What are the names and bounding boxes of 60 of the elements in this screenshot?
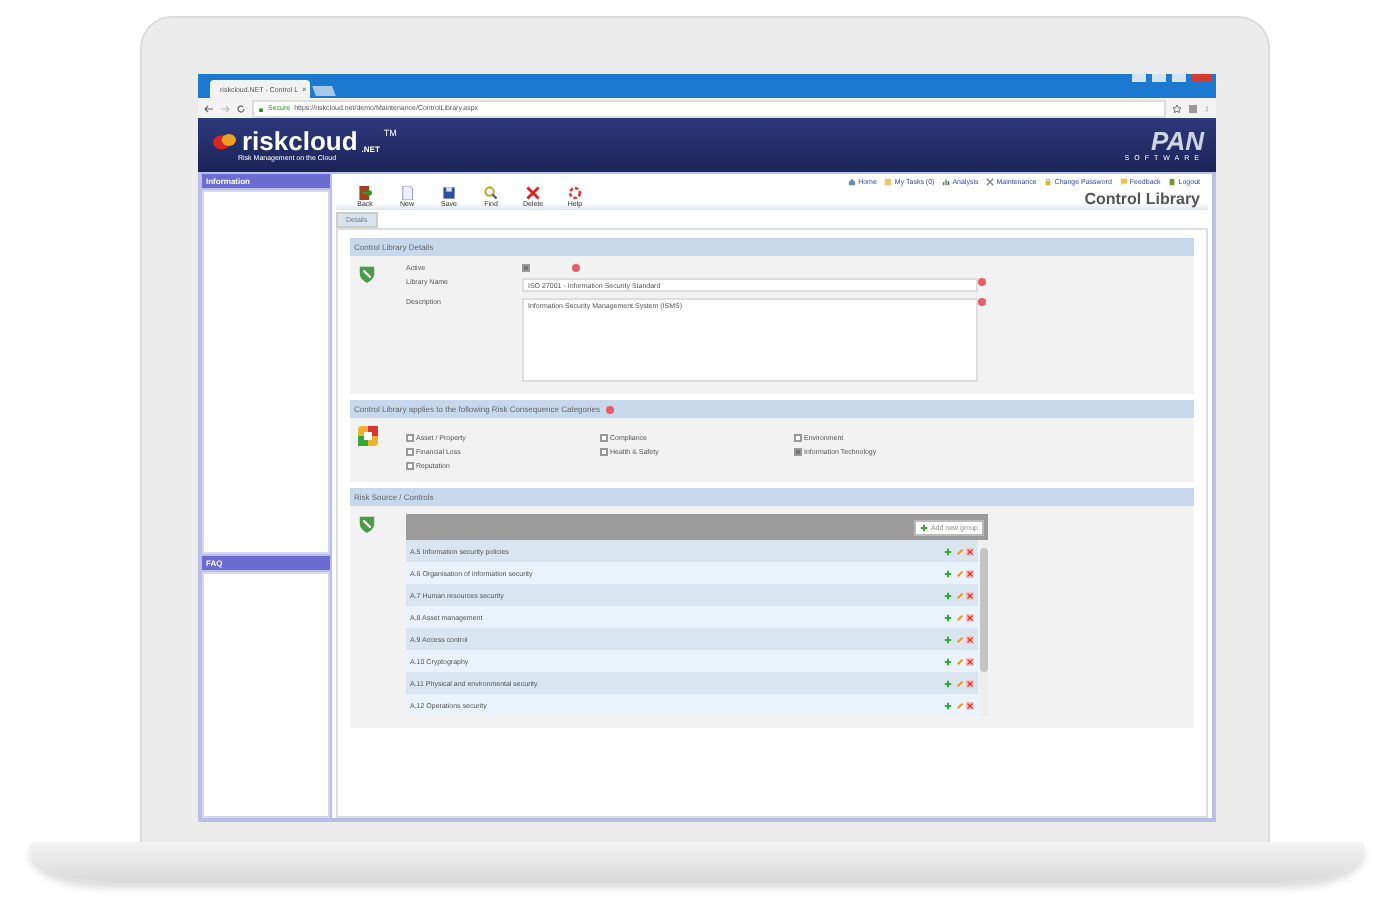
plus-icon[interactable] bbox=[944, 701, 952, 709]
shield-icon bbox=[358, 514, 376, 534]
back-door-icon bbox=[358, 186, 372, 200]
pencil-icon[interactable] bbox=[955, 613, 963, 621]
speech-bubble-icon bbox=[1119, 178, 1128, 186]
close-icon[interactable] bbox=[966, 569, 974, 577]
pencil-icon[interactable] bbox=[955, 591, 963, 599]
checkbox[interactable] bbox=[600, 448, 608, 456]
plus-icon bbox=[920, 523, 929, 531]
logo-text: riskcloud bbox=[242, 128, 358, 154]
plus-icon[interactable] bbox=[944, 569, 952, 577]
reload-icon[interactable] bbox=[236, 103, 246, 113]
category-squares-icon bbox=[358, 426, 378, 446]
close-icon bbox=[526, 186, 540, 200]
plus-icon[interactable] bbox=[944, 657, 952, 665]
document-icon bbox=[400, 186, 414, 200]
required-icon bbox=[978, 278, 986, 286]
required-icon bbox=[978, 298, 986, 306]
close-icon[interactable] bbox=[966, 547, 974, 555]
close-icon[interactable] bbox=[966, 613, 974, 621]
required-icon bbox=[572, 264, 580, 272]
close-icon[interactable] bbox=[966, 635, 974, 643]
close-icon[interactable] bbox=[966, 591, 974, 599]
plus-icon[interactable] bbox=[944, 635, 952, 643]
shield-icon bbox=[358, 264, 376, 284]
checkbox[interactable] bbox=[406, 448, 414, 456]
pencil-icon[interactable] bbox=[955, 547, 963, 555]
close-icon[interactable] bbox=[966, 657, 974, 665]
page-title: Control Library bbox=[1084, 190, 1200, 208]
star-icon[interactable] bbox=[1172, 103, 1182, 113]
checkbox[interactable] bbox=[600, 434, 608, 442]
pencil-icon[interactable] bbox=[955, 635, 963, 643]
padlock-icon bbox=[258, 105, 264, 111]
checkbox[interactable] bbox=[794, 434, 802, 442]
new-tab-button[interactable] bbox=[312, 86, 336, 96]
checkbox[interactable] bbox=[406, 462, 414, 470]
plus-icon[interactable] bbox=[944, 547, 952, 555]
forward-arrow-icon[interactable] bbox=[220, 103, 230, 113]
scrollbar-thumb[interactable] bbox=[980, 548, 988, 672]
pencil-icon[interactable] bbox=[955, 569, 963, 577]
close-icon[interactable] bbox=[966, 679, 974, 687]
vendor-logo: PAN bbox=[1151, 128, 1204, 154]
plus-icon[interactable] bbox=[944, 613, 952, 621]
scrollbar[interactable] bbox=[980, 540, 988, 716]
cloud-logo-icon bbox=[210, 128, 238, 152]
pencil-icon[interactable] bbox=[955, 679, 963, 687]
required-icon bbox=[605, 405, 614, 413]
back-arrow-icon[interactable] bbox=[204, 103, 214, 113]
plus-icon[interactable] bbox=[944, 591, 952, 599]
pencil-icon[interactable] bbox=[955, 657, 963, 665]
chart-icon bbox=[942, 178, 951, 186]
lifebuoy-icon bbox=[568, 186, 582, 200]
plus-icon[interactable] bbox=[944, 679, 952, 687]
close-icon[interactable] bbox=[966, 701, 974, 709]
pencil-icon[interactable] bbox=[955, 701, 963, 709]
checkbox[interactable] bbox=[406, 434, 414, 442]
checkbox[interactable] bbox=[522, 264, 530, 272]
search-icon bbox=[484, 186, 498, 200]
padlock-icon bbox=[1044, 178, 1053, 186]
checkbox[interactable] bbox=[794, 448, 802, 456]
